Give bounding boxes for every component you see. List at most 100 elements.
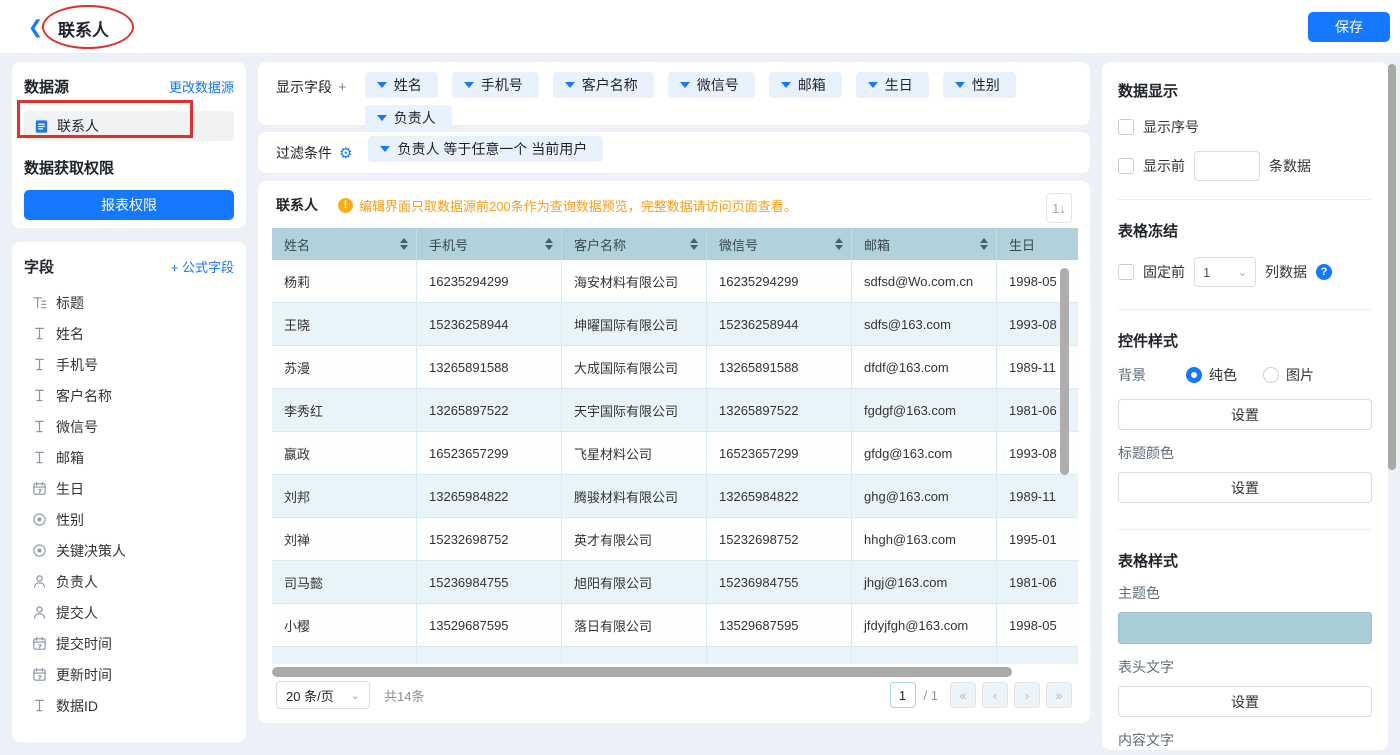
table-row[interactable]: 嬴政16523657299飞星材料公司16523657299gfdg@163.c… (272, 432, 1078, 475)
header-text-set-button[interactable]: 设置 (1118, 686, 1372, 717)
field-item[interactable]: 标题 (24, 287, 234, 318)
table-row[interactable]: 小樱13529687595落日有限公司13529687595jfdyjfgh@1… (272, 604, 1078, 647)
report-permission-button[interactable]: 报表权限 (24, 190, 234, 220)
table-row[interactable]: 刘禅15232698752英才有限公司15232698752hhgh@163.c… (272, 518, 1078, 561)
field-item[interactable]: 负责人 (24, 566, 234, 597)
change-datasource-link[interactable]: 更改数据源 (169, 77, 234, 96)
table-cell: 16523657299 (417, 432, 562, 475)
title-color-set-button[interactable]: 设置 (1118, 472, 1372, 503)
column-header[interactable]: 手机号 (417, 228, 562, 260)
field-item[interactable]: 提交时间 (24, 628, 234, 659)
column-header-label: 邮箱 (864, 235, 890, 254)
last-page-button[interactable]: » (1046, 682, 1072, 708)
sort-icon[interactable] (400, 238, 408, 250)
table-cell (562, 647, 707, 664)
theme-color-swatch[interactable] (1118, 612, 1372, 644)
save-button[interactable]: 保存 (1308, 12, 1390, 42)
field-item[interactable]: 数据ID (24, 690, 234, 721)
display-field-chip[interactable]: 姓名 (365, 72, 438, 98)
display-field-chip[interactable]: 性别 (943, 72, 1016, 98)
date-icon (32, 667, 47, 682)
column-header[interactable]: 邮箱 (852, 228, 997, 260)
prev-page-button[interactable]: ‹ (982, 682, 1008, 708)
freeze-count-select[interactable]: 1 ⌄ (1194, 257, 1256, 287)
widget-style-heading: 控件样式 (1118, 330, 1372, 351)
solid-color-radio[interactable] (1186, 367, 1202, 383)
add-display-field-button[interactable]: + (338, 79, 347, 96)
field-item[interactable]: 客户名称 (24, 380, 234, 411)
chip-label: 邮箱 (798, 75, 826, 95)
horizontal-scrollbar[interactable] (272, 667, 1012, 677)
next-page-button[interactable]: › (1014, 682, 1040, 708)
field-item[interactable]: 微信号 (24, 411, 234, 442)
back-icon[interactable]: ❮ (28, 17, 43, 37)
image-radio[interactable] (1263, 367, 1279, 383)
background-set-button[interactable]: 设置 (1118, 399, 1372, 430)
table-row[interactable]: 司马懿15236984755旭阳有限公司15236984755jhgj@163.… (272, 561, 1078, 604)
gear-icon[interactable]: ⚙ (339, 144, 352, 162)
vertical-scrollbar[interactable] (1060, 268, 1069, 475)
freeze-columns-checkbox[interactable] (1118, 264, 1134, 280)
field-item-label: 关键决策人 (56, 541, 126, 561)
display-fields-label: 显示字段+ (276, 77, 347, 115)
table-row[interactable]: 苏漫13265891588大成国际有限公司13265891588dfdf@163… (272, 346, 1078, 389)
field-item[interactable]: 关键决策人 (24, 535, 234, 566)
column-header[interactable]: 生日 (997, 228, 1078, 260)
chip-label: 生日 (885, 75, 913, 95)
show-first-checkbox[interactable] (1118, 158, 1134, 174)
first-page-button[interactable]: « (950, 682, 976, 708)
field-item[interactable]: 性别 (24, 504, 234, 535)
display-field-chip[interactable]: 邮箱 (769, 72, 842, 98)
display-field-chip[interactable]: 生日 (856, 72, 929, 98)
field-item[interactable]: 姓名 (24, 318, 234, 349)
display-field-chip[interactable]: 客户名称 (553, 72, 654, 98)
table-row[interactable] (272, 647, 1078, 664)
display-field-chip[interactable]: 手机号 (452, 72, 539, 98)
field-item[interactable]: 邮箱 (24, 442, 234, 473)
add-formula-field-link[interactable]: + 公式字段 (171, 257, 234, 276)
table-row[interactable]: 杨莉16235294299海安材料有限公司16235294299sdfsd@Wo… (272, 260, 1078, 303)
table-cell: gfdg@163.com (852, 432, 997, 475)
row-count-input[interactable] (1194, 151, 1260, 181)
table-cell: 刘禅 (272, 518, 417, 561)
table-cell: sdfsd@Wo.com.cn (852, 260, 997, 303)
sort-icon[interactable] (980, 238, 988, 250)
field-item[interactable]: 提交人 (24, 597, 234, 628)
fix-prefix-label: 固定前 (1143, 262, 1185, 282)
theme-color-label: 主题色 (1118, 583, 1372, 603)
datasource-item-contacts[interactable]: 联系人 (24, 111, 234, 141)
table-cell: jfdyjfgh@163.com (852, 604, 997, 647)
page-size-select[interactable]: 20 条/页 ⌄ (276, 681, 370, 709)
display-field-chip[interactable]: 微信号 (668, 72, 755, 98)
display-field-chip[interactable]: 负责人 (365, 105, 452, 131)
filter-condition-chip[interactable]: 负责人 等于任意一个 当前用户 (368, 136, 603, 162)
table-warning-text: 编辑界面只取数据源前200条作为查询数据预览，完整数据请访问页面查看。 (359, 196, 797, 215)
table-row[interactable]: 李秀红13265897522天宇国际有限公司13265897522fgdgf@1… (272, 389, 1078, 432)
help-icon[interactable]: ? (1316, 264, 1332, 280)
table-cell: 13265897522 (417, 389, 562, 432)
table-cell: 海安材料有限公司 (562, 260, 707, 303)
field-item[interactable]: 更新时间 (24, 659, 234, 690)
sort-icon[interactable] (835, 238, 843, 250)
column-header[interactable]: 姓名 (272, 228, 417, 260)
page-title: 联系人 (58, 16, 109, 41)
show-index-checkbox[interactable] (1118, 119, 1134, 135)
settings-scrollbar[interactable] (1388, 64, 1396, 470)
column-header[interactable]: 客户名称 (562, 228, 707, 260)
chevron-down-icon: ⌄ (1238, 266, 1247, 279)
column-header[interactable]: 微信号 (707, 228, 852, 260)
table-title: 联系人 (276, 195, 318, 215)
sort-icon[interactable] (690, 238, 698, 250)
content-text-label: 内容文字 (1118, 730, 1372, 750)
table-row[interactable]: 王晓15236258944坤曜国际有限公司15236258944sdfs@163… (272, 303, 1078, 346)
table-cell: 杨莉 (272, 260, 417, 303)
divider (1118, 529, 1372, 530)
field-item[interactable]: 手机号 (24, 349, 234, 380)
sort-order-icon[interactable]: 1↓ (1046, 193, 1072, 223)
table-cell: 1981-06 (997, 561, 1078, 604)
table-row[interactable]: 刘邦13265984822腾骏材料有限公司13265984822ghg@163.… (272, 475, 1078, 518)
sort-icon[interactable] (545, 238, 553, 250)
column-header-label: 姓名 (284, 235, 310, 254)
page-number-input[interactable]: 1 (890, 682, 916, 708)
field-item[interactable]: 生日 (24, 473, 234, 504)
